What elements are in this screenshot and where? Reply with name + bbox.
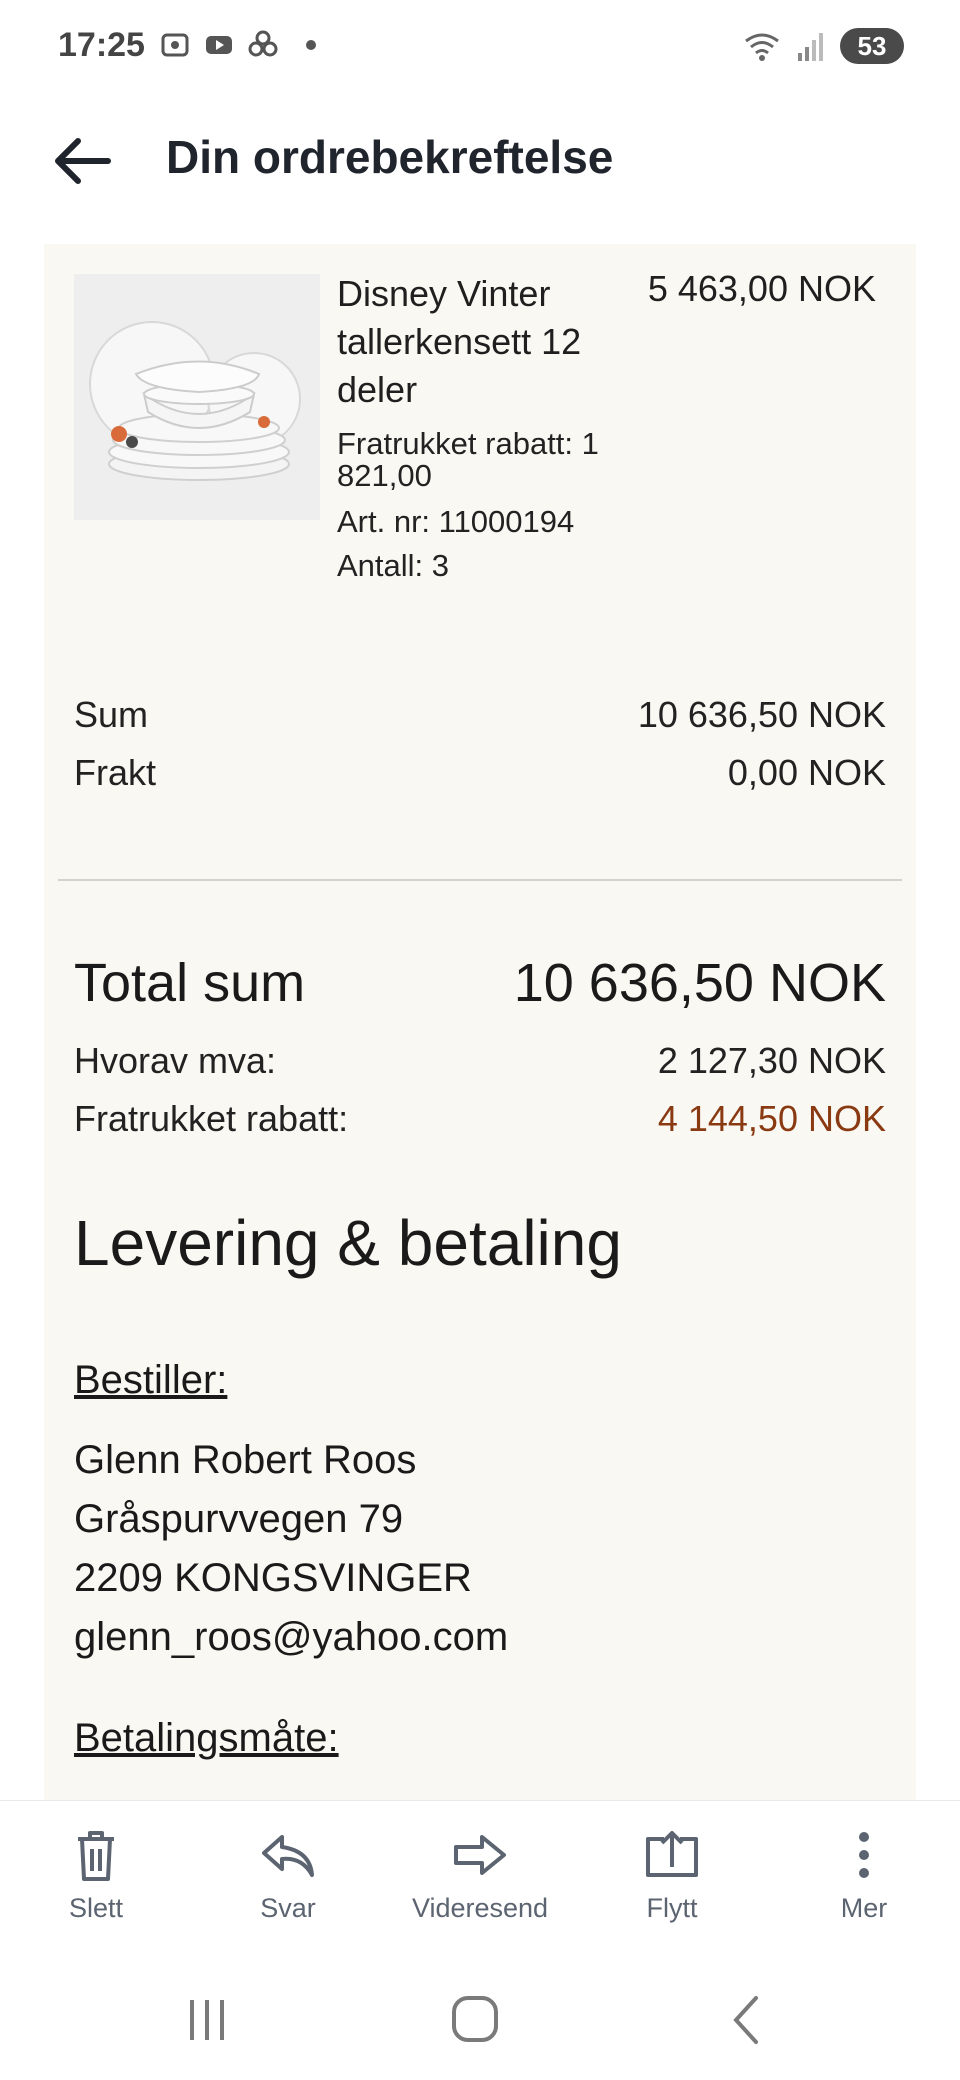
sum-row: Sum 10 636,50 NOK (74, 694, 886, 736)
home-icon[interactable] (440, 1990, 510, 2050)
trash-icon (78, 1831, 114, 1881)
product-discount: Fratrukket rabatt: 1 821,00 (337, 426, 599, 493)
more-notifications-icon (306, 40, 316, 50)
sum-value: 10 636,50 NOK (637, 694, 886, 735)
email-body[interactable]: Disney Vinter tallerkensett 12 deler 5 4… (44, 244, 916, 1800)
forward-button[interactable]: Videresend (384, 1801, 576, 1951)
youtube-icon (206, 36, 232, 54)
battery-icon: 53 (840, 28, 904, 64)
page-title: Din ordrebekreftelse (166, 131, 614, 183)
screenshot-icon (161, 33, 189, 57)
total-value: 10 636,50 NOK (513, 953, 886, 1013)
discount-label: Fratrukket rabatt: (74, 1098, 349, 1139)
forward-label: Videresend (411, 1893, 549, 1923)
move-label: Flytt (646, 1893, 698, 1923)
notification-icons (160, 30, 316, 60)
total-label: Total sum (74, 953, 306, 1013)
reply-icon (262, 1835, 314, 1877)
move-icon (646, 1831, 698, 1877)
vat-label: Hvorav mva: (74, 1040, 277, 1081)
signal-icon (798, 33, 823, 61)
product-article-number: Art. nr: 11000194 (337, 504, 575, 539)
payment-method-label: Betalingsmåte: (74, 1716, 339, 1760)
delete-label: Slett (68, 1893, 124, 1923)
orderer-label: Bestiller: (74, 1358, 228, 1402)
vat-row: Hvorav mva: 2 127,30 NOK (74, 1040, 886, 1082)
reply-button[interactable]: Svar (192, 1801, 384, 1951)
email-action-bar: Slett Svar Videresend Flytt Mer (0, 1800, 960, 1951)
status-time: 17:25 (58, 26, 145, 64)
wifi-icon (745, 33, 779, 61)
orderer-street: Gråspurvvegen 79 (74, 1497, 404, 1541)
sum-label: Sum (74, 694, 149, 735)
vat-value: 2 127,30 NOK (657, 1040, 886, 1081)
status-bar: 17:25 53 (0, 0, 960, 96)
discount-value: 4 144,50 NOK (657, 1098, 886, 1139)
shipping-value: 0,00 NOK (727, 752, 886, 793)
orderer-email[interactable]: glenn_roos@yahoo.com (74, 1608, 508, 1667)
pinwheel-icon (248, 30, 278, 57)
product-name[interactable]: Disney Vinter tallerkensett 12 deler (337, 270, 627, 414)
product-price: 5 463,00 NOK (647, 268, 876, 309)
divider (58, 879, 902, 881)
more-button[interactable]: Mer (768, 1801, 960, 1951)
nav-back-icon[interactable] (712, 1990, 782, 2050)
plate-set-image (74, 274, 320, 520)
delivery-heading: Levering & betaling (74, 1207, 622, 1279)
forward-icon (454, 1835, 506, 1875)
total-row: Total sum 10 636,50 NOK (74, 952, 886, 1014)
product-quantity: Antall: 3 (337, 548, 450, 583)
reply-label: Svar (260, 1893, 316, 1923)
more-label: Mer (840, 1893, 888, 1923)
delete-button[interactable]: Slett (0, 1801, 192, 1951)
shipping-row: Frakt 0,00 NOK (74, 752, 886, 794)
system-icons: 53 (742, 28, 904, 64)
orderer-city: 2209 KONGSVINGER (74, 1556, 472, 1600)
system-nav-bar (0, 1950, 960, 2080)
app-header: Din ordrebekreftelse (0, 96, 960, 246)
recent-apps-icon[interactable] (172, 1990, 242, 2050)
product-image (74, 274, 320, 520)
back-arrow-icon[interactable] (48, 126, 118, 196)
orderer-name: Glenn Robert Roos (74, 1438, 417, 1482)
more-icon (859, 1832, 869, 1878)
shipping-label: Frakt (74, 752, 157, 793)
move-button[interactable]: Flytt (576, 1801, 768, 1951)
discount-row: Fratrukket rabatt: 4 144,50 NOK (74, 1098, 886, 1140)
